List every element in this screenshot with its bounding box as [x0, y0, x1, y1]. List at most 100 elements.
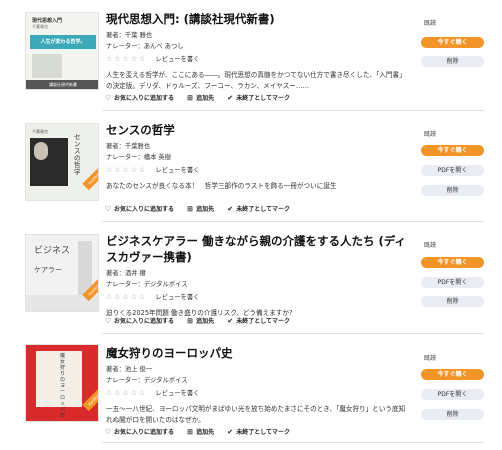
add-to-action[interactable]: ⊞ 追加先 [186, 204, 214, 213]
cover-inner-panel [36, 351, 82, 407]
cover-subtitle-text: ケアラー [34, 266, 62, 274]
author-line: 著者：酒井 穣 [106, 269, 406, 279]
cover-title-text: ビジネス [34, 246, 71, 256]
cover-title-text: 現代思想入門 [32, 18, 63, 24]
mark-unfinished-label: 未終了としてマーク [236, 318, 291, 325]
mark-unfinished-label: 未終了としてマーク [236, 95, 291, 102]
favorite-label: お気に入りに追加する [114, 95, 175, 102]
library-item: ビジネス ケアラー Audible ビジネスケアラー 働きながら親の介護をする人… [0, 222, 502, 334]
action-row: ♡ お気に入りに追加する ⊞ 追加先 ✔ 未終了としてマーク [104, 204, 300, 213]
add-to-action[interactable]: ⊞ 追加先 [186, 427, 214, 436]
favorite-action[interactable]: ♡ お気に入りに追加する [104, 204, 174, 213]
narrator-line: ナレーター：デジタルボイス [106, 280, 406, 290]
status-text: 既読 [424, 242, 437, 249]
book-title[interactable]: 現代思想入門: (講談社現代新書) [106, 12, 406, 27]
library-item: 千葉雅也 センスの哲学 Audible センスの哲学 著者：千葉雅也 ナレーター… [0, 111, 502, 222]
heart-icon: ♡ [104, 317, 112, 325]
author-label: 著者： [106, 270, 125, 277]
favorite-action[interactable]: ♡ お気に入りに追加する [104, 316, 174, 325]
action-row: ♡ お気に入りに追加する ⊞ 追加先 ✔ 未終了としてマーク [104, 316, 300, 325]
write-review-link[interactable]: レビューを書く [155, 390, 199, 397]
star-rating[interactable]: ☆☆☆☆☆ [106, 55, 147, 63]
status-text: 既読 [424, 20, 437, 27]
narrator-label: ナレーター： [106, 154, 144, 161]
book-info: ビジネスケアラー 働きながら親の介護をする人たち (ディスカヴァー携書) 著者：… [106, 233, 406, 319]
favorite-label: お気に入りに追加する [114, 429, 175, 436]
listen-now-button[interactable]: 今すぐ聴く [421, 145, 484, 156]
narrator-name[interactable]: デジタルボイス [144, 281, 188, 288]
delete-button[interactable]: 削除 [421, 296, 484, 307]
listen-now-button[interactable]: 今すぐ聴く [421, 369, 484, 380]
book-title[interactable]: センスの哲学 [106, 123, 406, 138]
author-label: 著者： [106, 366, 125, 373]
mark-unfinished-label: 未終了としてマーク [236, 429, 291, 436]
favorite-action[interactable]: ♡ お気に入りに追加する [104, 93, 174, 102]
cover-series-band: 講談社現代新書 [26, 80, 98, 89]
add-to-label: 追加先 [196, 429, 215, 436]
status-text: 既読 [424, 131, 437, 138]
cover-title-text: 魔女狩りのヨーロッパ史 [60, 353, 66, 419]
favorite-label: お気に入りに追加する [114, 318, 175, 325]
author-label: 著者： [106, 32, 125, 39]
mark-unfinished-action[interactable]: ✔ 未終了としてマーク [226, 316, 290, 325]
book-title[interactable]: ビジネスケアラー 働きながら親の介護をする人たち (ディスカヴァー携書) [106, 233, 406, 265]
book-cover[interactable]: 現代思想入門 千葉雅也 人生が変わる哲学。 講談社現代新書 [25, 12, 99, 90]
author-line: 著者：千葉 雅也 [106, 31, 406, 41]
delete-button[interactable]: 削除 [421, 185, 484, 196]
favorite-action[interactable]: ♡ お気に入りに追加する [104, 427, 174, 436]
book-title[interactable]: 魔女狩りのヨーロッパ史 [106, 346, 406, 361]
book-cover[interactable]: ビジネス ケアラー Audible [25, 234, 99, 312]
open-pdf-button[interactable]: PDFを開く [421, 277, 484, 288]
delete-button[interactable]: 削除 [421, 56, 484, 67]
narrator-label: ナレーター： [106, 281, 144, 288]
add-to-action[interactable]: ⊞ 追加先 [186, 93, 214, 102]
open-pdf-button[interactable]: PDFを開く [421, 165, 484, 176]
narrator-name[interactable]: あんべ あつし [144, 43, 184, 50]
add-to-collection-icon: ⊞ [187, 205, 194, 213]
check-circle-icon: ✔ [227, 205, 234, 213]
check-circle-icon: ✔ [227, 94, 234, 102]
heart-icon: ♡ [104, 428, 112, 436]
write-review-link[interactable]: レビューを書く [155, 294, 199, 301]
heart-icon: ♡ [104, 94, 112, 102]
mark-unfinished-action[interactable]: ✔ 未終了としてマーク [226, 204, 290, 213]
star-rating[interactable]: ☆☆☆☆☆ [106, 166, 147, 174]
mark-unfinished-action[interactable]: ✔ 未終了としてマーク [226, 93, 290, 102]
check-circle-icon: ✔ [227, 317, 234, 325]
audible-badge: Audible [82, 166, 98, 191]
listen-now-button[interactable]: 今すぐ聴く [421, 37, 484, 48]
rating-row: ☆☆☆☆☆ レビューを書く [106, 291, 406, 304]
author-name[interactable]: 千葉 雅也 [125, 32, 152, 39]
write-review-link[interactable]: レビューを書く [155, 167, 199, 174]
narrator-label: ナレーター： [106, 377, 144, 384]
status-text: 既読 [424, 355, 437, 362]
author-line: 著者：池上 俊一 [106, 365, 406, 375]
cover-author-text: 千葉雅也 [32, 24, 48, 29]
book-description: 一五〜一八世紀、ヨーロッパ文明がまばゆい光を放ち始めたまさにそのとき、「魔女狩り… [106, 405, 406, 424]
write-review-link[interactable]: レビューを書く [155, 56, 199, 63]
add-to-action[interactable]: ⊞ 追加先 [186, 316, 214, 325]
listen-now-button[interactable]: 今すぐ聴く [421, 257, 484, 268]
cover-photo [32, 54, 62, 78]
narrator-name[interactable]: デジタルボイス [144, 377, 188, 384]
author-line: 著者：千葉雅也 [106, 142, 406, 152]
book-info: 現代思想入門: (講談社現代新書) 著者：千葉 雅也 ナレーター：あんべ あつし… [106, 12, 406, 92]
author-name[interactable]: 池上 俊一 [125, 366, 152, 373]
library-item: 魔女狩りのヨーロッパ史 Audible 魔女狩りのヨーロッパ史 著者：池上 俊一… [0, 334, 502, 444]
delete-button[interactable]: 削除 [421, 409, 484, 420]
book-cover[interactable]: 千葉雅也 センスの哲学 Audible [25, 123, 99, 201]
book-info: センスの哲学 著者：千葉雅也 ナレーター：橋本 英樹 ☆☆☆☆☆ レビューを書く … [106, 123, 406, 192]
open-pdf-button[interactable]: PDFを開く [421, 389, 484, 400]
narrator-name[interactable]: 橋本 英樹 [144, 154, 171, 161]
favorite-label: お気に入りに追加する [114, 206, 175, 213]
author-name[interactable]: 酒井 穣 [125, 270, 146, 277]
star-rating[interactable]: ☆☆☆☆☆ [106, 293, 147, 301]
book-cover[interactable]: 魔女狩りのヨーロッパ史 Audible [25, 344, 99, 422]
author-name[interactable]: 千葉雅也 [125, 143, 150, 150]
divider [102, 442, 484, 443]
narrator-line: ナレーター：デジタルボイス [106, 376, 406, 386]
star-rating[interactable]: ☆☆☆☆☆ [106, 389, 147, 397]
check-circle-icon: ✔ [227, 428, 234, 436]
cover-title-text: センスの哲学 [74, 133, 81, 176]
mark-unfinished-action[interactable]: ✔ 未終了としてマーク [226, 427, 290, 436]
